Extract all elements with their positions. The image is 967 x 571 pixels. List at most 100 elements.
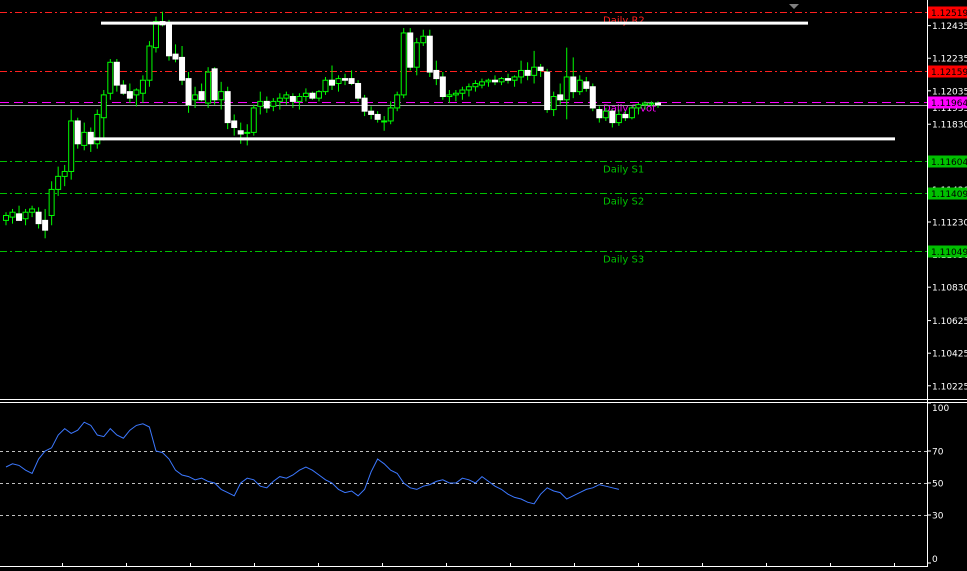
candle-body (557, 94, 564, 101)
trading-chart: Daily R2 Daily Pivot Daily S1 Daily S2 Daily… (0, 0, 967, 567)
candle-body (35, 211, 42, 225)
candle-body (511, 76, 518, 81)
candle-body (459, 89, 466, 94)
pivot-label: Daily S3 (603, 255, 644, 266)
candle-body (655, 102, 661, 106)
candle-body (289, 96, 296, 102)
candle-body (531, 66, 538, 76)
price-tick-label: 1.10830 (932, 284, 967, 294)
oscillator-tick-label: 0 (932, 555, 938, 565)
candle-bear (355, 80, 362, 102)
candle-body (602, 110, 609, 119)
candle-body (296, 96, 303, 102)
candle-body (576, 79, 583, 93)
candle-body (276, 97, 283, 102)
candle-bull (250, 104, 257, 136)
price-tick-label: 1.10425 (932, 350, 967, 360)
candle-body (172, 53, 179, 60)
candle-bear (426, 29, 433, 77)
candle-bear (309, 91, 316, 100)
candle-body (257, 100, 264, 107)
candle-bull (94, 109, 101, 149)
pivot-price-tag-label: 1.11604 (931, 158, 967, 168)
candle-body (198, 91, 205, 101)
candle-bear (166, 19, 172, 61)
candle-body (518, 69, 525, 78)
candle-body (244, 131, 251, 134)
candle-body (29, 208, 36, 213)
price-tick-label: 1.12435 (932, 22, 967, 32)
candle-bear (224, 86, 231, 130)
candle-body (126, 91, 133, 99)
candle-body (413, 42, 420, 68)
candle-body (439, 76, 446, 98)
candle-bull (400, 28, 407, 99)
candle-body (335, 78, 342, 84)
candle-bear (74, 117, 81, 149)
candle-body (648, 102, 655, 105)
pivot-label: Daily S1 (603, 165, 644, 176)
pivot-price-tag-label: 1.12519 (931, 9, 967, 19)
candle-body (381, 120, 388, 123)
candle-body (48, 188, 55, 216)
candle-body (61, 170, 68, 177)
pivot-price-tag-label: 1.11964 (931, 99, 967, 109)
candle-bear (589, 83, 596, 112)
candle-body (9, 211, 16, 218)
candle-body (133, 89, 140, 96)
candle-body (283, 94, 290, 99)
candle-body (224, 91, 231, 124)
candle-body (452, 92, 459, 96)
oscillator-tick-label: 30 (932, 512, 944, 522)
candle-body (505, 78, 512, 81)
candle-body (302, 92, 309, 98)
candle-body (100, 94, 107, 119)
candle-body (81, 131, 88, 146)
candle-body (615, 113, 622, 124)
oscillator-tick-label: 50 (932, 480, 944, 490)
candle-body (589, 86, 596, 109)
candle-body (407, 32, 414, 68)
candle-body (524, 69, 531, 76)
candle-body (361, 97, 368, 112)
candle-bull (394, 91, 401, 112)
oscillator-tick-label: 100 (932, 404, 949, 414)
candle-body (544, 71, 551, 111)
candle-body (374, 113, 381, 120)
price-tick-label: 1.12035 (932, 87, 967, 97)
pivot-price-tag-label: 1.11409 (931, 190, 967, 200)
candle-body (146, 45, 153, 81)
candle-body (492, 79, 498, 83)
oscillator-tick-label: 70 (932, 448, 944, 458)
candle-body (485, 79, 492, 83)
candle-body (446, 94, 453, 98)
candle-body (205, 71, 212, 104)
candle-body (179, 56, 186, 81)
candle-bear (211, 67, 218, 105)
candle-body (348, 78, 355, 84)
candle-body (55, 175, 62, 190)
candle-body (192, 94, 199, 101)
candle-body (87, 131, 94, 145)
candle-body (107, 61, 114, 94)
candle-body (426, 35, 433, 73)
price-tick-label: 1.11830 (932, 121, 967, 131)
candle-body (329, 79, 335, 86)
candle-bull (628, 106, 635, 120)
price-tick-label: 1.12235 (932, 55, 967, 65)
candle-body (42, 219, 49, 231)
candle-bear (544, 68, 551, 113)
candle-body (211, 68, 218, 101)
candle-body (322, 79, 329, 93)
chart-canvas: Daily R2Daily PivotDaily S1Daily S2Daily… (0, 0, 967, 567)
candle-body (433, 69, 440, 80)
candle-body (315, 91, 322, 99)
candle-body (570, 76, 577, 93)
candle-body (120, 84, 127, 94)
candle-body (270, 100, 277, 107)
pivot-price-tag-label: 1.11049 (931, 248, 967, 258)
candle-body (250, 107, 257, 133)
candle-body (355, 82, 362, 99)
candle-body (22, 211, 29, 220)
price-tick-label: 1.11230 (932, 219, 967, 229)
